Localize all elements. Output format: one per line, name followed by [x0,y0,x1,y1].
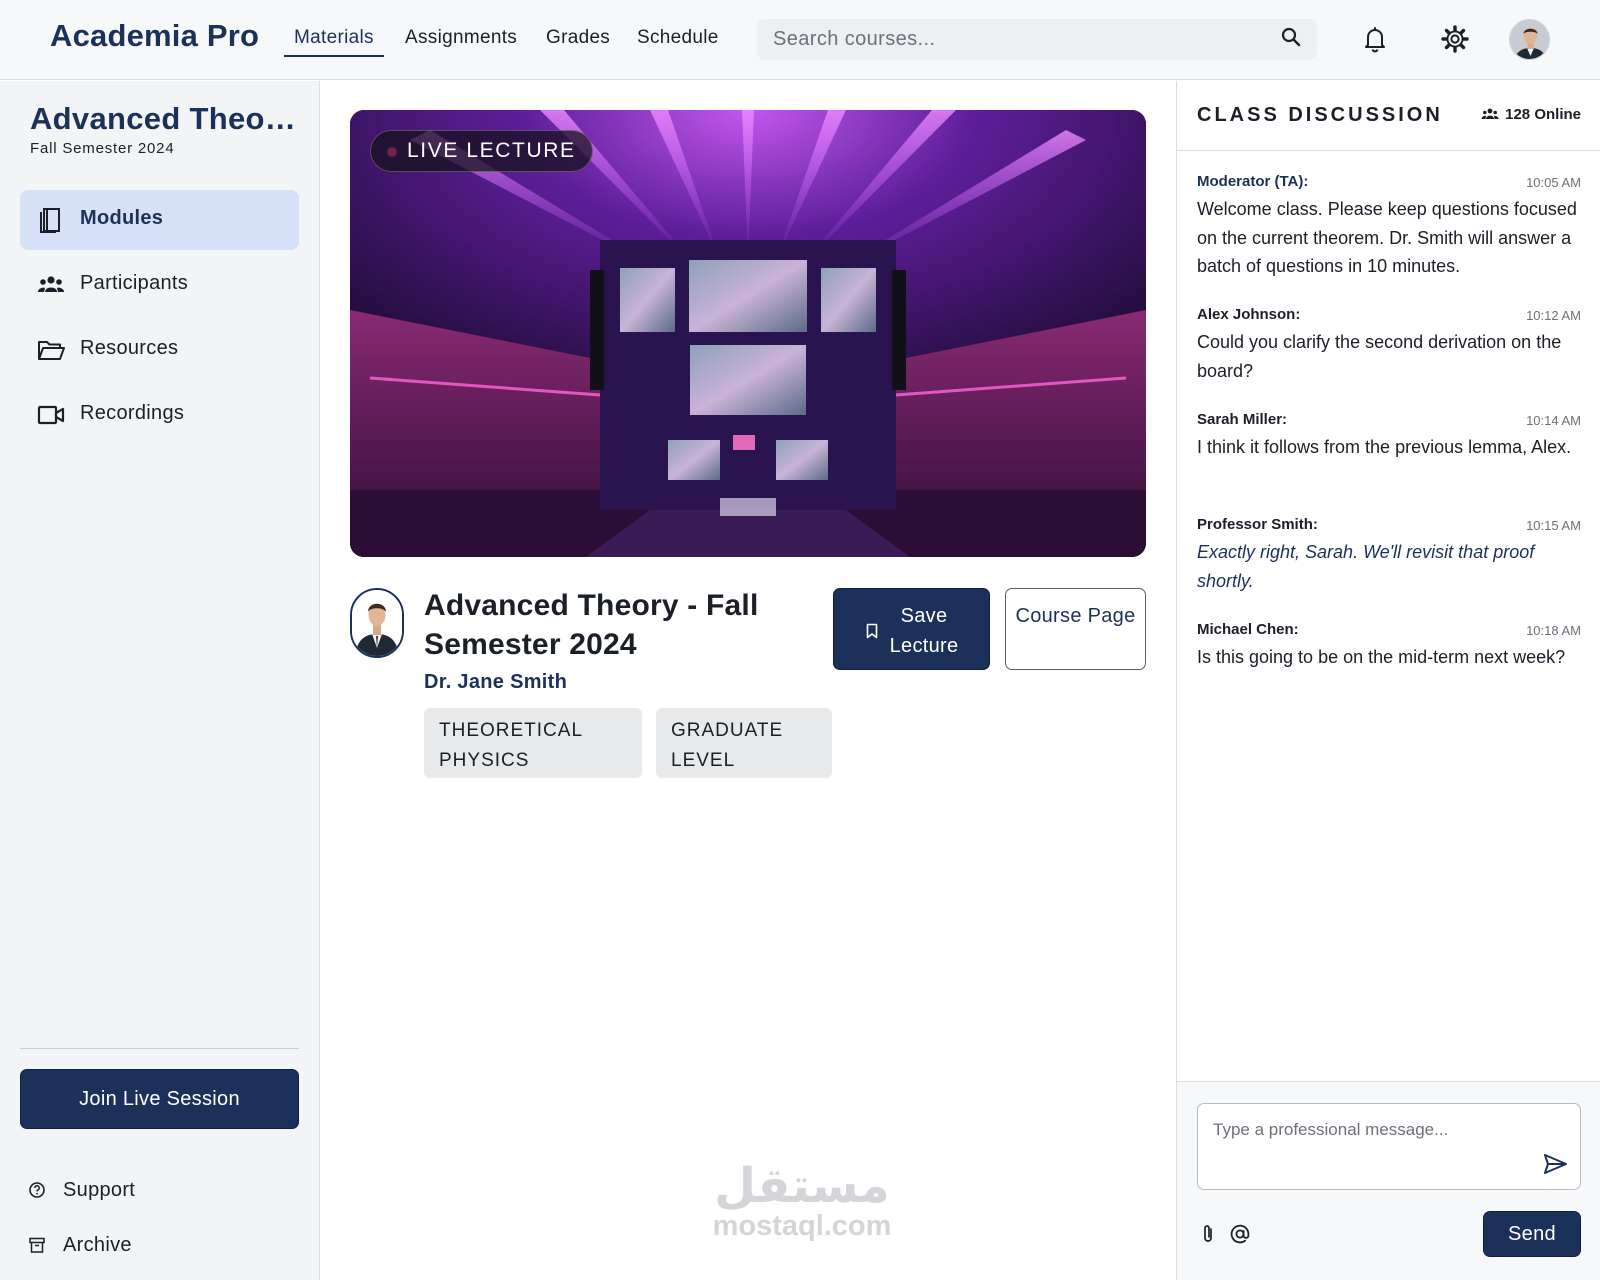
book-icon [40,208,60,233]
message-input[interactable] [1198,1104,1538,1189]
message-time: 10:14 AM [1526,413,1581,428]
send-arrow-icon[interactable] [1542,1151,1568,1177]
message-composer: Send [1177,1081,1600,1280]
gear-icon[interactable] [1440,24,1470,54]
message-text: Is this going to be on the mid-term next… [1197,647,1566,667]
active-tab-indicator [284,55,384,57]
save-lecture-label: Save Lecture [889,605,959,657]
nav-tab-assignments[interactable]: Assignments [405,27,517,49]
people-icon [1481,108,1499,119]
message-text: I think it follows from the previous lem… [1197,437,1572,457]
online-count-label: 128 Online [1505,106,1581,123]
course-page-button[interactable]: Course Page [1005,588,1146,670]
folder-icon [38,341,65,360]
live-badge-label: LIVE LECTURE [407,139,576,162]
message-input-box [1197,1103,1581,1190]
tag-graduate-level: GRADUATE LEVEL [656,708,832,778]
message-time: 10:18 AM [1526,623,1581,638]
message-author: Sarah Miller: [1197,411,1288,428]
nav-tab-grades[interactable]: Grades [546,27,610,49]
people-icon [38,276,64,292]
brand-logo-text[interactable]: Academia Pro [50,18,259,54]
watermark-arabic-text: مستقل [714,1158,890,1214]
message-author: Alex Johnson: [1197,306,1301,323]
user-avatar[interactable] [1509,19,1550,60]
message-author: Michael Chen: [1197,621,1299,638]
instructor-name[interactable]: Dr. Jane Smith [424,671,567,694]
sidebar-divider [20,1048,299,1049]
mostaql-watermark: مستقل mostaql.com [702,1161,902,1241]
support-link[interactable]: Support [28,1175,228,1205]
help-circle-icon [29,1182,45,1198]
live-video-player[interactable]: LIVE LECTURE [350,110,1146,557]
search-input[interactable] [773,19,1253,60]
message-author: Professor Smith: [1197,516,1318,533]
discussion-title: CLASS DISCUSSION [1197,104,1443,126]
sidebar-item-recordings[interactable]: Recordings [20,385,299,445]
paperclip-icon[interactable] [1199,1223,1217,1245]
user-avatar-image [1510,20,1549,59]
lecture-title: Advanced Theory - Fall Semester 2024 [424,589,759,661]
lecture-main-area: LIVE LECTURE Advanced Theory - Fall Seme… [321,81,1176,1280]
course-subtitle: Fall Semester 2024 [30,140,175,157]
nav-tab-schedule[interactable]: Schedule [637,27,719,49]
message-time: 10:15 AM [1526,518,1581,533]
class-discussion-panel: CLASS DISCUSSION 128 Online Moderator (T… [1176,81,1600,1280]
instructor-avatar-image [352,590,402,656]
nav-tab-materials[interactable]: Materials [294,27,374,49]
bookmark-icon [866,623,878,639]
sidebar-item-label: Resources [80,337,179,359]
join-live-session-button[interactable]: Join Live Session [20,1069,299,1129]
archive-box-icon [29,1237,45,1253]
watermark-latin-text: mostaql.com [712,1210,892,1242]
bell-icon[interactable] [1360,24,1390,54]
message-text: Exactly right, Sarah. We'll revisit that… [1197,542,1535,591]
top-navigation-bar: Academia Pro Materials Assignments Grade… [0,0,1600,80]
sidebar-item-label: Modules [80,207,164,229]
support-link-label: Support [63,1179,136,1201]
sidebar-item-label: Participants [80,272,189,294]
sidebar-item-label: Recordings [80,402,185,424]
sidebar-item-resources[interactable]: Resources [20,320,299,380]
live-lecture-badge: LIVE LECTURE [370,130,593,172]
search-icon[interactable] [1279,26,1303,50]
message-text: Could you clarify the second derivation … [1197,332,1562,381]
send-button[interactable]: Send [1483,1211,1581,1257]
discussion-header: CLASS DISCUSSION 128 Online [1177,81,1600,151]
course-sidebar: Advanced Theory - Fall Semester 2024 Fal… [0,81,320,1280]
live-indicator-dot [387,147,397,157]
search-bar [757,19,1317,60]
message-author: Moderator (TA): [1197,173,1309,190]
sidebar-item-modules[interactable]: Modules [20,190,299,250]
tag-theoretical-physics: THEORETICAL PHYSICS [424,708,642,778]
message-time: 10:12 AM [1526,308,1581,323]
online-count: 128 Online [1481,106,1581,123]
message-text: Welcome class. Please keep questions foc… [1197,199,1577,276]
course-page-label: Course Page [1015,605,1136,627]
arena-stage-image [350,110,1146,557]
sidebar-item-participants[interactable]: Participants [20,255,299,315]
archive-link-label: Archive [63,1234,132,1256]
archive-link[interactable]: Archive [28,1230,228,1260]
course-title: Advanced Theory - Fall Semester 2024 [30,101,300,136]
mention-at-icon[interactable] [1229,1223,1251,1245]
message-time: 10:05 AM [1526,175,1581,190]
save-lecture-button[interactable]: Save Lecture [833,588,990,670]
instructor-avatar[interactable] [350,588,404,658]
video-camera-icon [37,405,65,425]
